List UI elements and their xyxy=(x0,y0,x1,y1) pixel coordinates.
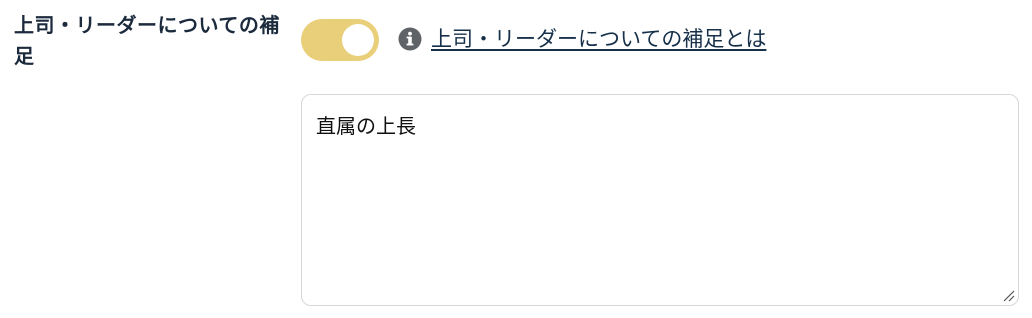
info-icon xyxy=(398,27,422,51)
field-label: 上司・リーダーについての補足 xyxy=(14,13,280,68)
supervisor-note-textarea[interactable]: 直属の上長 xyxy=(302,95,1018,305)
resize-handle-icon[interactable] xyxy=(1002,289,1015,302)
supervisor-note-toggle[interactable] xyxy=(301,19,379,61)
toggle-knob xyxy=(342,24,374,56)
supervisor-note-help-link[interactable]: 上司・リーダーについての補足とは xyxy=(431,24,766,54)
supervisor-note-textarea-container: 直属の上長 xyxy=(301,94,1019,306)
